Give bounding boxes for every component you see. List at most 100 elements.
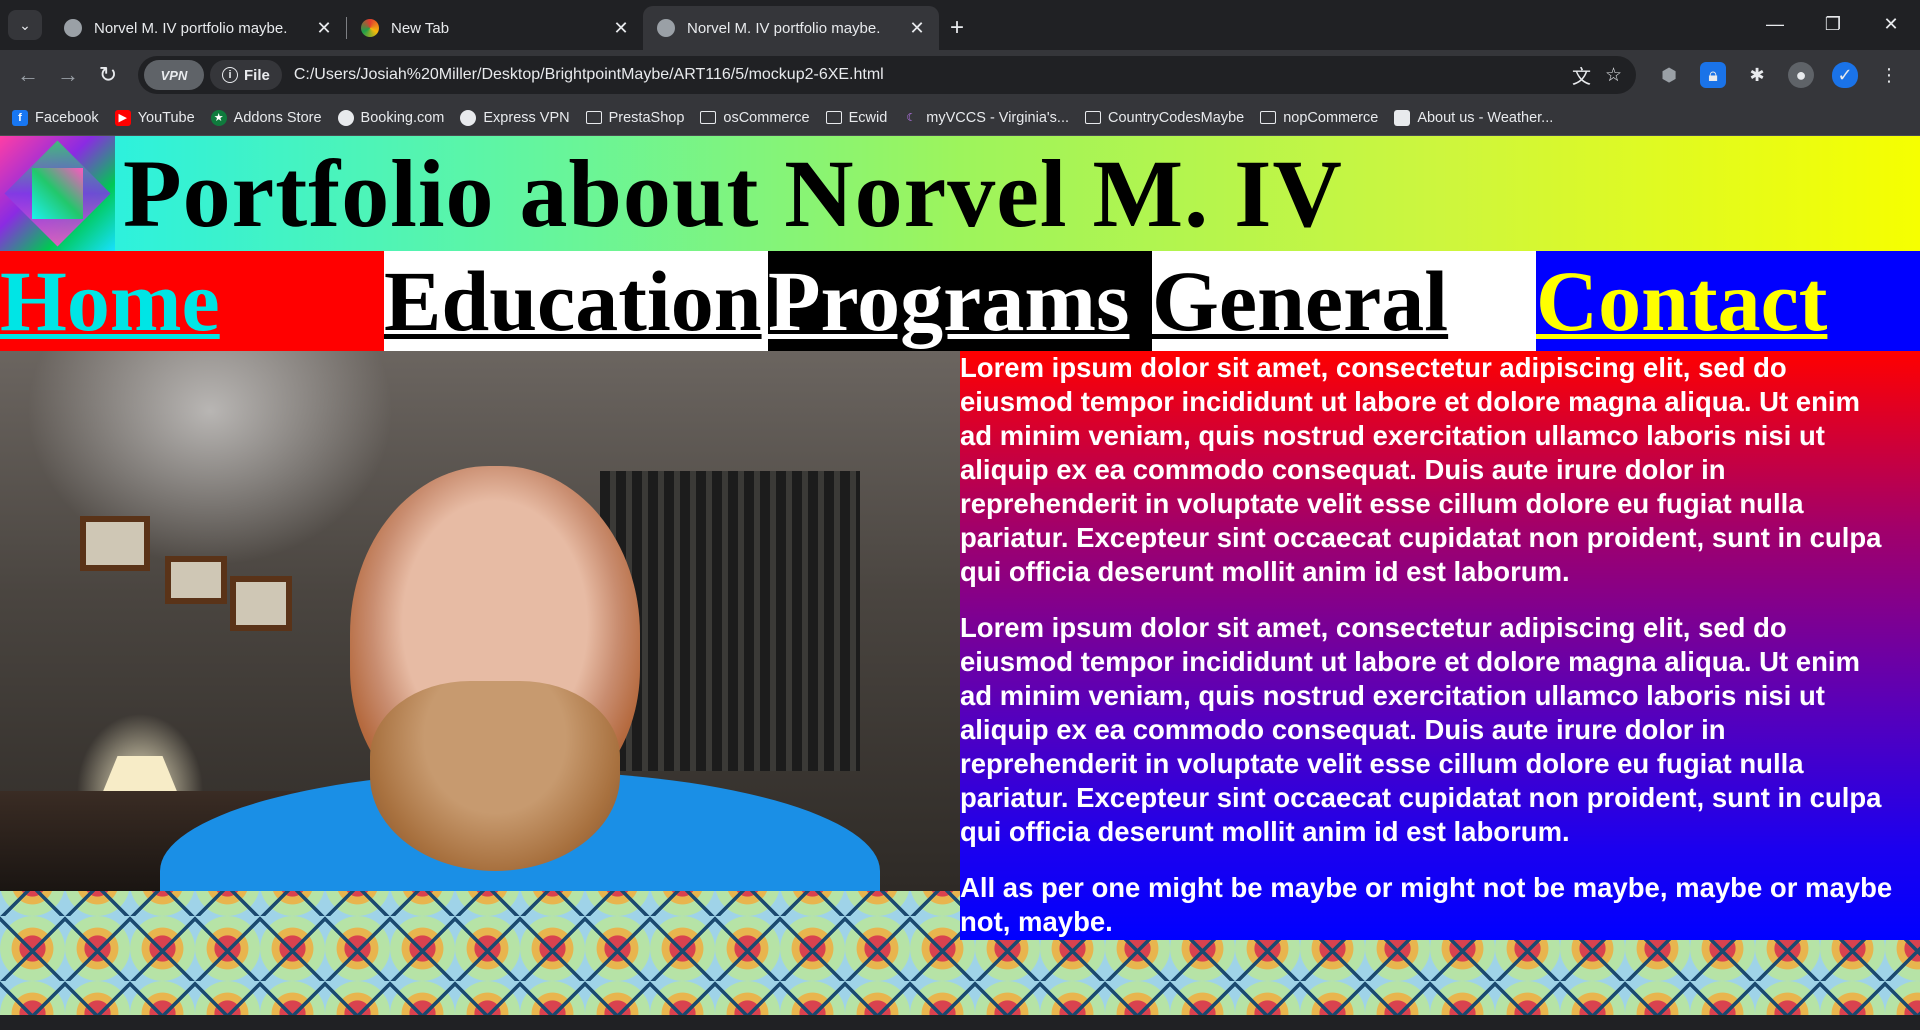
bookmark-label: PrestaShop xyxy=(608,109,685,126)
nav-link-programs[interactable]: Programs xyxy=(768,251,1152,351)
tab-portfolio-1[interactable]: Norvel M. IV portfolio maybe. ✕ xyxy=(50,6,346,50)
globe-icon xyxy=(337,109,354,126)
browser-toolbar: ← → ↻ VPN i File C:/Users/Josiah%20Mille… xyxy=(0,50,1920,100)
close-icon[interactable]: ✕ xyxy=(611,18,631,38)
bookmark-label: YouTube xyxy=(137,109,195,126)
bookmark-facebook[interactable]: f Facebook xyxy=(12,109,99,126)
minimize-icon: — xyxy=(1766,13,1784,34)
paragraph: Lorem ipsum dolor sit amet, consectetur … xyxy=(960,612,1882,847)
globe-icon xyxy=(460,109,477,126)
nav-link-general[interactable]: General xyxy=(1152,251,1536,351)
bookmark-label: Booking.com xyxy=(360,109,445,126)
folder-icon xyxy=(700,110,717,126)
translate-icon[interactable]: 文 xyxy=(1572,62,1591,89)
puzzle-icon[interactable]: ✱ xyxy=(1744,62,1770,88)
bookmark-express-vpn[interactable]: Express VPN xyxy=(460,109,570,126)
bookmark-ecwid[interactable]: Ecwid xyxy=(825,109,888,126)
bookmark-label: nopCommerce xyxy=(1283,109,1379,126)
bookmark-nopcommerce[interactable]: nopCommerce xyxy=(1260,110,1378,126)
kebab-menu-icon[interactable]: ⋮ xyxy=(1876,62,1902,88)
close-icon: ✕ xyxy=(1883,13,1899,34)
url-text[interactable]: C:/Users/Josiah%20Miller/Desktop/Brightp… xyxy=(294,66,884,84)
tab-title: Norvel M. IV portfolio maybe. xyxy=(687,19,881,37)
bookmark-label: osCommerce xyxy=(723,109,810,126)
vpn-button[interactable]: VPN xyxy=(144,60,204,90)
folder-icon xyxy=(1260,110,1277,126)
nav-link-home[interactable]: Home xyxy=(0,251,384,351)
arrow-left-icon: ← xyxy=(17,62,39,87)
bookmark-prestashop[interactable]: PrestaShop xyxy=(585,109,685,126)
arrow-right-icon: → xyxy=(57,62,79,87)
info-icon: i xyxy=(222,67,238,83)
site-nav: Home Education Programs General Contact xyxy=(0,251,1920,351)
site-logo xyxy=(0,136,115,251)
minimize-button[interactable]: — xyxy=(1746,0,1804,48)
page-viewport: Portfolio about Norvel M. IV Home Educat… xyxy=(0,136,1920,1015)
site-info-chip[interactable]: i File xyxy=(210,60,282,90)
shield-check-icon[interactable]: ✓ xyxy=(1832,62,1858,88)
bookmark-label: myVCCS - Virginia's... xyxy=(926,109,1069,126)
lock-extension-icon[interactable]: 🔒︎ xyxy=(1700,62,1726,88)
portrait-photo xyxy=(0,351,960,891)
wall-picture-frame xyxy=(230,576,292,631)
globe-icon xyxy=(64,19,82,37)
tab-title: New Tab xyxy=(391,19,450,37)
bookmark-youtube[interactable]: ▶ YouTube xyxy=(114,109,195,126)
window-controls: — ❐ ✕ xyxy=(1746,0,1920,48)
profile-icon[interactable]: ● xyxy=(1788,62,1814,88)
site-info-label: File xyxy=(244,66,270,84)
tab-title: Norvel M. IV portfolio maybe. xyxy=(94,19,288,37)
nav-link-education[interactable]: Education xyxy=(384,251,768,351)
nav-link-contact[interactable]: Contact xyxy=(1536,251,1920,351)
forward-button[interactable]: → xyxy=(48,55,88,95)
site-header: Portfolio about Norvel M. IV xyxy=(0,136,1920,251)
close-icon[interactable]: ✕ xyxy=(907,18,927,38)
vpn-label: VPN xyxy=(160,67,188,83)
bookmark-myvccs[interactable]: ☾ myVCCS - Virginia's... xyxy=(903,110,1069,126)
bookmark-label: Express VPN xyxy=(483,109,570,126)
bookmark-label: Addons Store xyxy=(233,109,322,126)
facebook-icon: f xyxy=(12,109,28,126)
bookmarks-bar: f Facebook ▶ YouTube ★ Addons Store Booking… xyxy=(0,100,1920,136)
tab-new-tab[interactable]: New Tab ✕ xyxy=(347,6,643,50)
addons-icon: ★ xyxy=(210,109,227,126)
restore-button[interactable]: ❐ xyxy=(1804,0,1862,48)
extension-icons: ⬢ 🔒︎ ✱ ● ✓ ⋮ xyxy=(1646,62,1912,88)
bookmark-label: About us - Weather... xyxy=(1417,109,1554,126)
wall-picture-frame xyxy=(165,556,227,604)
tab-list: Norvel M. IV portfolio maybe. ✕ New Tab … xyxy=(50,6,975,50)
bookmark-addons-store[interactable]: ★ Addons Store xyxy=(210,109,322,126)
bio-text: Lorem ipsum dolor sit amet, consectetur … xyxy=(960,351,1920,940)
browser-logo-icon xyxy=(361,19,379,37)
extension-shield-icon[interactable]: ⬢ xyxy=(1656,62,1682,88)
folder-icon xyxy=(1085,110,1101,126)
wall-picture-frame xyxy=(80,516,150,571)
vccs-icon: ☾ xyxy=(906,112,917,124)
paragraph: All as per one might be maybe or might n… xyxy=(960,872,1893,937)
address-bar[interactable]: VPN i File C:/Users/Josiah%20Miller/Desk… xyxy=(138,56,1636,94)
close-icon[interactable]: ✕ xyxy=(314,18,334,38)
reload-icon: ↻ xyxy=(98,62,118,87)
plus-icon: + xyxy=(949,14,964,41)
beard xyxy=(370,681,620,871)
page-title: Portfolio about Norvel M. IV xyxy=(123,140,1343,247)
tab-strip: ⌄ Norvel M. IV portfolio maybe. ✕ New Ta… xyxy=(0,0,1920,50)
new-tab-button[interactable]: + xyxy=(939,6,975,50)
tab-portfolio-active[interactable]: Norvel M. IV portfolio maybe. ✕ xyxy=(643,6,939,50)
page-icon xyxy=(1394,109,1411,126)
omnibox-actions: 文 ☆ xyxy=(1572,62,1630,89)
paragraph: Lorem ipsum dolor sit amet, consectetur … xyxy=(960,352,1882,587)
bookmark-about-us[interactable]: About us - Weather... xyxy=(1394,109,1554,126)
folder-icon xyxy=(585,110,602,126)
bookmark-label: CountryCodesMaybe xyxy=(1108,109,1245,126)
bookmark-label: Ecwid xyxy=(848,109,888,126)
bookmark-countrycodes[interactable]: CountryCodesMaybe xyxy=(1085,110,1244,126)
bookmark-oscommerce[interactable]: osCommerce xyxy=(700,109,810,126)
star-icon[interactable]: ☆ xyxy=(1605,64,1622,87)
tab-search-button[interactable]: ⌄ xyxy=(8,10,42,40)
back-button[interactable]: ← xyxy=(8,55,48,95)
bookmark-booking[interactable]: Booking.com xyxy=(337,109,445,126)
close-window-button[interactable]: ✕ xyxy=(1862,0,1920,48)
folder-icon xyxy=(825,110,842,126)
reload-button[interactable]: ↻ xyxy=(88,55,128,95)
